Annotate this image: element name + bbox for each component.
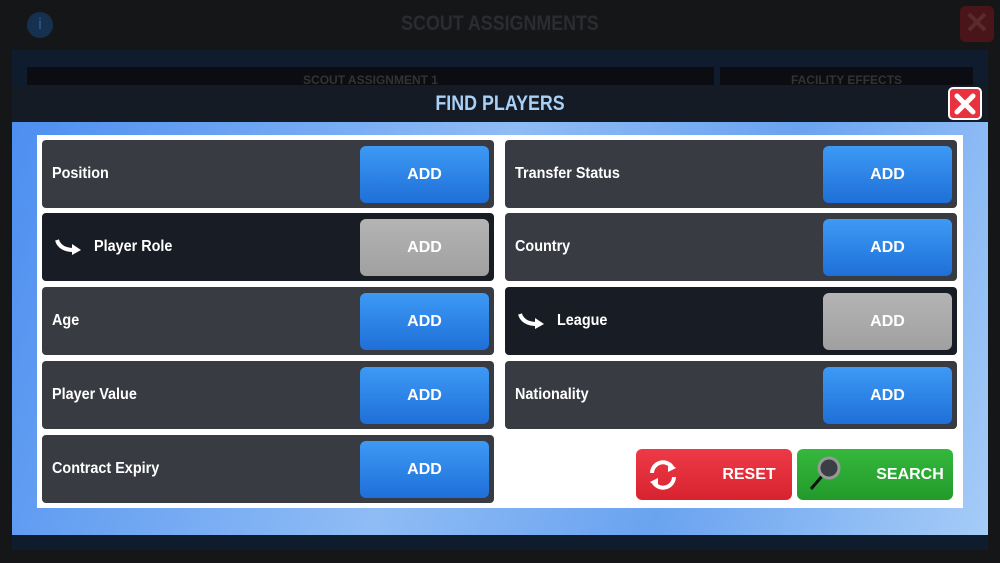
magnifier-icon	[809, 456, 841, 490]
background-tab-scout-assignment: SCOUT ASSIGNMENT 1	[27, 67, 714, 87]
add-player-value-button[interactable]: ADD	[360, 367, 489, 424]
add-transfer-status-button[interactable]: ADD	[823, 146, 952, 203]
add-league-button[interactable]: ADD	[823, 293, 952, 350]
background-tab-facility-effects: FACILITY EFFECTS	[720, 67, 973, 87]
filter-label: Country	[515, 238, 571, 255]
reset-button[interactable]: RESET	[636, 449, 792, 500]
add-player-role-button[interactable]: ADD	[360, 219, 489, 276]
add-contract-expiry-button[interactable]: ADD	[360, 441, 489, 498]
filter-label: Position	[52, 165, 109, 182]
filter-row-nationality: Nationality ADD	[505, 361, 957, 429]
filter-label: League	[557, 312, 608, 329]
find-players-modal: FIND PLAYERS RESET SEARCH Position ADD Pla…	[12, 85, 988, 535]
filter-label: Nationality	[515, 386, 589, 403]
filter-row-league: League ADD	[505, 287, 957, 355]
filter-label: Age	[52, 312, 80, 329]
filter-label: Contract Expiry	[52, 460, 160, 477]
close-icon	[954, 93, 976, 114]
close-button[interactable]	[948, 87, 982, 120]
modal-body: RESET SEARCH Position ADD Player Role ADD Ag…	[12, 122, 988, 535]
filter-label: Player Value	[52, 386, 137, 403]
filter-row-position: Position ADD	[42, 140, 494, 208]
add-position-button[interactable]: ADD	[360, 146, 489, 203]
add-age-button[interactable]: ADD	[360, 293, 489, 350]
filter-label: Player Role	[94, 238, 173, 255]
background-close-icon[interactable]: ✕	[960, 6, 994, 42]
add-nationality-button[interactable]: ADD	[823, 367, 952, 424]
filter-label: Transfer Status	[515, 165, 620, 182]
search-label: SEARCH	[876, 465, 944, 483]
filter-row-transfer-status: Transfer Status ADD	[505, 140, 957, 208]
reset-label: RESET	[722, 465, 776, 483]
sub-filter-arrow-icon	[518, 313, 544, 329]
filter-row-country: Country ADD	[505, 213, 957, 281]
search-button[interactable]: SEARCH	[797, 449, 953, 500]
filter-row-contract-expiry: Contract Expiry ADD	[42, 435, 494, 503]
filter-row-age: Age ADD	[42, 287, 494, 355]
modal-title: FIND PLAYERS	[435, 92, 565, 115]
filter-row-player-role: Player Role ADD	[42, 213, 494, 281]
sub-filter-arrow-icon	[55, 239, 81, 255]
filter-row-player-value: Player Value ADD	[42, 361, 494, 429]
add-country-button[interactable]: ADD	[823, 219, 952, 276]
info-icon[interactable]: i	[27, 12, 53, 38]
background-title: SCOUT ASSIGNMENTS	[401, 12, 599, 35]
refresh-icon	[650, 460, 676, 490]
filter-panel: RESET SEARCH Position ADD Player Role ADD Ag…	[37, 135, 963, 508]
modal-header: FIND PLAYERS	[12, 85, 988, 122]
